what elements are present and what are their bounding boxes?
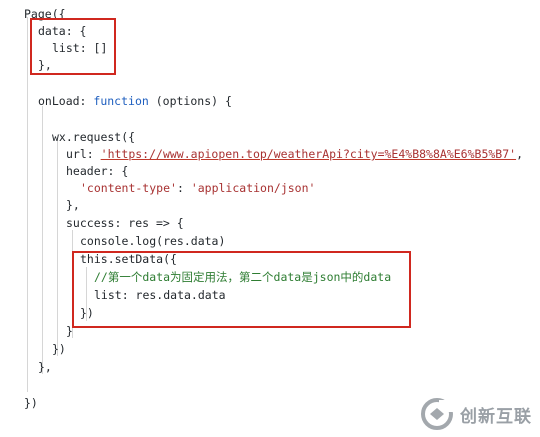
indent-guide-2 bbox=[57, 140, 58, 356]
code-line-12: console.log(res.data) bbox=[80, 233, 225, 250]
code-line-10: }, bbox=[66, 197, 80, 214]
code-text: (options) { bbox=[155, 94, 232, 108]
code-text: }, bbox=[66, 198, 80, 212]
code-line-11: success: res => { bbox=[66, 215, 184, 232]
code-line-9: 'content-type': 'application/json' bbox=[80, 180, 315, 197]
code-text: wx.request({ bbox=[52, 130, 136, 144]
highlight-box-data bbox=[30, 18, 116, 75]
code-line-8: header: { bbox=[66, 163, 128, 180]
code-text: console.log(res.data) bbox=[80, 234, 226, 248]
code-text: url: bbox=[66, 147, 94, 161]
code-line-6: wx.request({ bbox=[52, 129, 135, 146]
code-text: }, bbox=[38, 360, 52, 374]
indent-guide-0 bbox=[27, 17, 28, 392]
code-text: , bbox=[516, 147, 523, 161]
url-string[interactable]: 'https://www.apiopen.top/weatherApi?city… bbox=[101, 147, 516, 161]
brand-logo-icon bbox=[421, 398, 454, 430]
code-line-18: }) bbox=[52, 341, 66, 358]
code-text: : bbox=[176, 181, 184, 195]
keyword-function: function bbox=[93, 94, 149, 108]
code-text: success: res => { bbox=[66, 216, 184, 230]
code-line-19: }, bbox=[38, 359, 52, 376]
code-text: }) bbox=[52, 342, 66, 356]
indent-guide-1 bbox=[42, 106, 43, 374]
code-line-7: url: 'https://www.apiopen.top/weatherApi… bbox=[66, 146, 523, 163]
code-line-20: }) bbox=[24, 395, 38, 412]
string-key: 'content-type' bbox=[80, 181, 177, 195]
code-text: }) bbox=[24, 396, 38, 410]
code-text: onLoad: bbox=[38, 94, 87, 108]
watermark-text: 创新互联 bbox=[460, 406, 532, 426]
highlight-box-setdata bbox=[72, 251, 411, 328]
watermark: 创新互联 bbox=[420, 397, 532, 431]
code-line-5: onLoad: function (options) { bbox=[38, 93, 232, 110]
string-value: 'application/json' bbox=[190, 181, 316, 195]
code-text: header: { bbox=[66, 164, 129, 178]
